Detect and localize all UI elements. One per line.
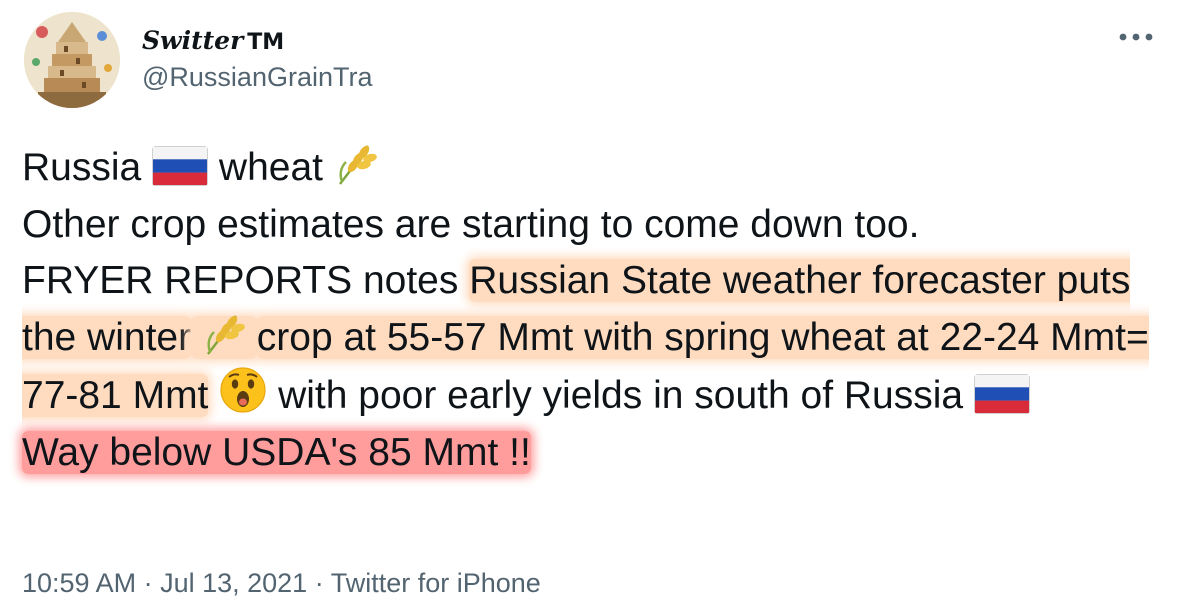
author-handle[interactable]: @RussianGrainTra (142, 62, 372, 93)
tweet-text: Russia wheat Other crop estimates are st (22, 140, 1172, 482)
display-name-text: Switter (142, 26, 244, 55)
tweet-source-link[interactable]: Twitter for iPhone (331, 568, 541, 598)
tweet-time-link[interactable]: 10:59 AM (22, 568, 136, 598)
tweet-text-wheat: wheat (218, 146, 323, 189)
tweet-text-russia: Russia (22, 146, 142, 189)
russia-flag-icon (152, 146, 209, 186)
tweet-text-line2: Other crop estimates are starting to com… (22, 202, 920, 246)
wheat-icon (334, 142, 378, 186)
tweet-text-yields: with poor early yields in south of Russi… (267, 374, 964, 418)
more-options-button[interactable] (1116, 22, 1156, 52)
tweet-meta: 10:59 AM · Jul 13, 2021 · Twitter for iP… (22, 568, 541, 599)
astonished-face-icon (219, 366, 267, 414)
tweet-card: SwitterTM @RussianGrainTra Russia wheat (0, 0, 1186, 612)
tweet-date-link[interactable]: Jul 13, 2021 (160, 568, 307, 598)
wheat-icon (202, 312, 246, 356)
author-display-name[interactable]: Switter TM (142, 26, 284, 55)
meta-separator: · (307, 568, 331, 598)
meta-separator: · (136, 568, 161, 598)
trademark-suffix: TM (247, 30, 285, 55)
tweet-text-fryer: FRYER REPORTS notes (22, 259, 470, 303)
russia-flag-icon (973, 374, 1030, 415)
avatar[interactable] (24, 12, 120, 108)
more-icon (1119, 33, 1153, 41)
highlight-usda: Way below USDA's 85 Mmt !! (22, 430, 531, 474)
